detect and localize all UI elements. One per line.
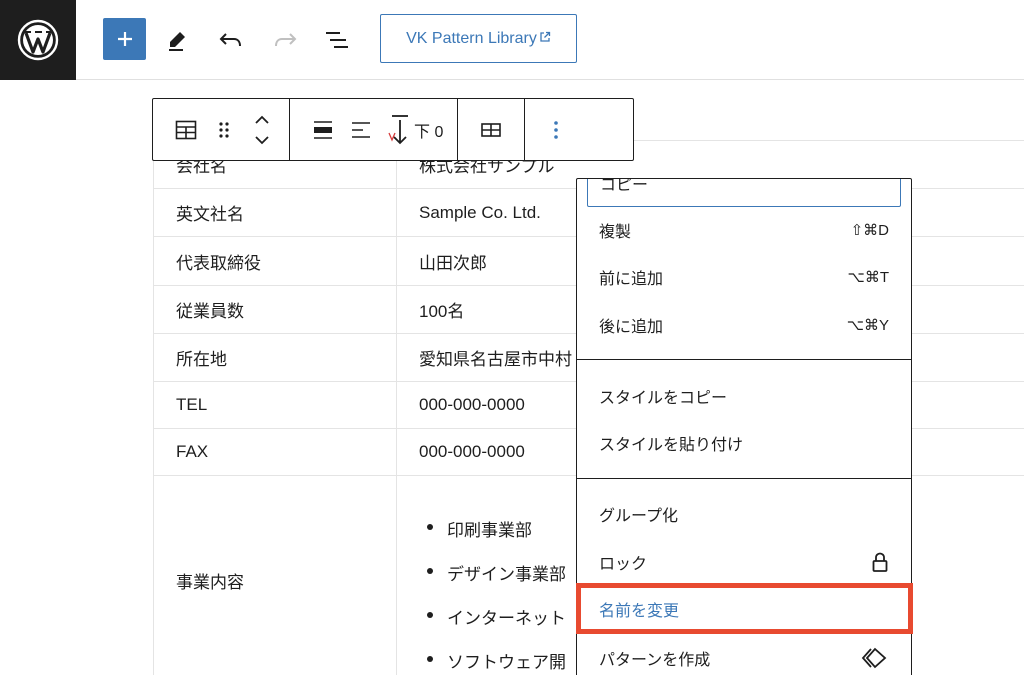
table-icon xyxy=(175,120,197,139)
align-full-icon xyxy=(314,120,332,139)
menu-item-create-pattern[interactable]: パターンを作成 xyxy=(577,635,911,675)
wordpress-logo-icon[interactable] xyxy=(0,0,76,80)
edit-table-button[interactable] xyxy=(472,106,510,154)
lock-icon xyxy=(872,552,888,572)
block-toolbar-group-options xyxy=(525,99,587,160)
menu-item-rename[interactable]: 名前を変更 xyxy=(577,586,911,632)
undo-icon xyxy=(219,33,241,47)
menu-item-label: 前に追加 xyxy=(599,271,664,288)
menu-item-label: コピー xyxy=(600,178,649,194)
menu-item-shortcut: ⌥⌘Y xyxy=(846,317,889,334)
menu-item-label: 後に追加 xyxy=(599,319,664,336)
list-view-icon xyxy=(326,32,348,48)
external-link-icon xyxy=(540,31,551,42)
table-cell-label[interactable]: 代表取締役 xyxy=(153,237,397,285)
chevron-up-down-icon xyxy=(255,115,269,144)
menu-item-group[interactable]: グループ化 xyxy=(577,491,911,537)
drag-handle-button[interactable] xyxy=(205,106,243,154)
margin-bottom-button[interactable]: 下 0 xyxy=(380,106,443,154)
menu-item-label: スタイルを貼り付け xyxy=(599,437,744,454)
list-item[interactable]: ソフトウェア開 xyxy=(397,638,566,675)
menu-item-paste-styles[interactable]: スタイルを貼り付け xyxy=(577,420,911,466)
vk-pattern-library-button[interactable]: VK Pattern Library xyxy=(380,14,577,63)
move-up-down-button[interactable] xyxy=(243,106,281,154)
edit-tool-button[interactable] xyxy=(155,18,199,62)
pencil-icon xyxy=(169,32,185,51)
editor-top-toolbar: VK Pattern Library xyxy=(0,0,1024,80)
menu-item-lock[interactable]: ロック xyxy=(577,539,911,585)
list-item[interactable]: デザイン事業部 xyxy=(397,550,566,594)
menu-item-label: スタイルをコピー xyxy=(599,390,728,407)
add-block-button[interactable] xyxy=(103,18,146,60)
align-left-icon xyxy=(352,121,370,138)
menu-item-shortcut: ⇧⌘D xyxy=(850,222,889,239)
table-cell-label[interactable]: 従業員数 xyxy=(153,286,397,333)
arrow-down-icon xyxy=(388,114,408,144)
table-cell-label[interactable]: TEL xyxy=(153,382,397,428)
business-list: 印刷事業部 デザイン事業部 インターネット ソフトウェア開 xyxy=(397,476,566,675)
menu-item-label: ロック xyxy=(599,556,648,573)
menu-item-insert-after[interactable]: 後に追加 ⌥⌘Y xyxy=(577,302,911,348)
list-view-button[interactable] xyxy=(315,18,359,62)
block-toolbar-group-table xyxy=(458,99,526,160)
vk-pattern-library-label: VK Pattern Library xyxy=(406,29,537,47)
block-align-button[interactable] xyxy=(304,106,342,154)
redo-icon xyxy=(275,33,297,47)
drag-handle-icon xyxy=(219,121,229,138)
text-align-button[interactable] xyxy=(342,106,380,154)
menu-item-label: パターンを作成 xyxy=(599,652,711,669)
plus-icon xyxy=(117,32,132,46)
list-item[interactable]: インターネット xyxy=(397,594,566,638)
menu-item-duplicate[interactable]: 複製 ⇧⌘D xyxy=(577,207,911,253)
table-cell-label[interactable]: 事業内容 xyxy=(153,476,397,675)
menu-item-copy[interactable]: コピー xyxy=(587,178,901,207)
menu-item-copy-styles[interactable]: スタイルをコピー xyxy=(577,373,911,419)
menu-item-label: 複製 xyxy=(599,224,632,241)
block-toolbar-group-align: 下 0 xyxy=(290,99,459,160)
options-button[interactable] xyxy=(537,106,575,154)
block-options-menu: コピー 複製 ⇧⌘D 前に追加 ⌥⌘T 後に追加 ⌥⌘Y スタイルをコピー スタ… xyxy=(576,178,912,675)
table-grid-icon xyxy=(481,122,502,137)
redo-button[interactable] xyxy=(263,18,307,62)
undo-button[interactable] xyxy=(209,18,253,62)
margin-bottom-label: 下 0 xyxy=(414,123,444,141)
table-cell-label[interactable]: 所在地 xyxy=(153,334,397,381)
table-block-button[interactable] xyxy=(167,106,205,154)
menu-item-label: グループ化 xyxy=(599,508,679,525)
menu-divider xyxy=(577,478,911,479)
menu-item-insert-before[interactable]: 前に追加 ⌥⌘T xyxy=(577,254,911,300)
menu-divider xyxy=(577,359,911,360)
list-item[interactable]: 印刷事業部 xyxy=(397,506,566,550)
more-vertical-icon xyxy=(554,120,559,139)
table-cell-label[interactable]: 英文社名 xyxy=(153,189,397,236)
symbol-icon xyxy=(861,647,887,669)
menu-item-label: 名前を変更 xyxy=(599,603,680,620)
block-toolbar-group-move xyxy=(153,99,290,160)
menu-item-shortcut: ⌥⌘T xyxy=(847,269,889,286)
table-cell-label[interactable]: FAX xyxy=(153,429,397,475)
block-toolbar: 下 0 xyxy=(152,98,634,161)
